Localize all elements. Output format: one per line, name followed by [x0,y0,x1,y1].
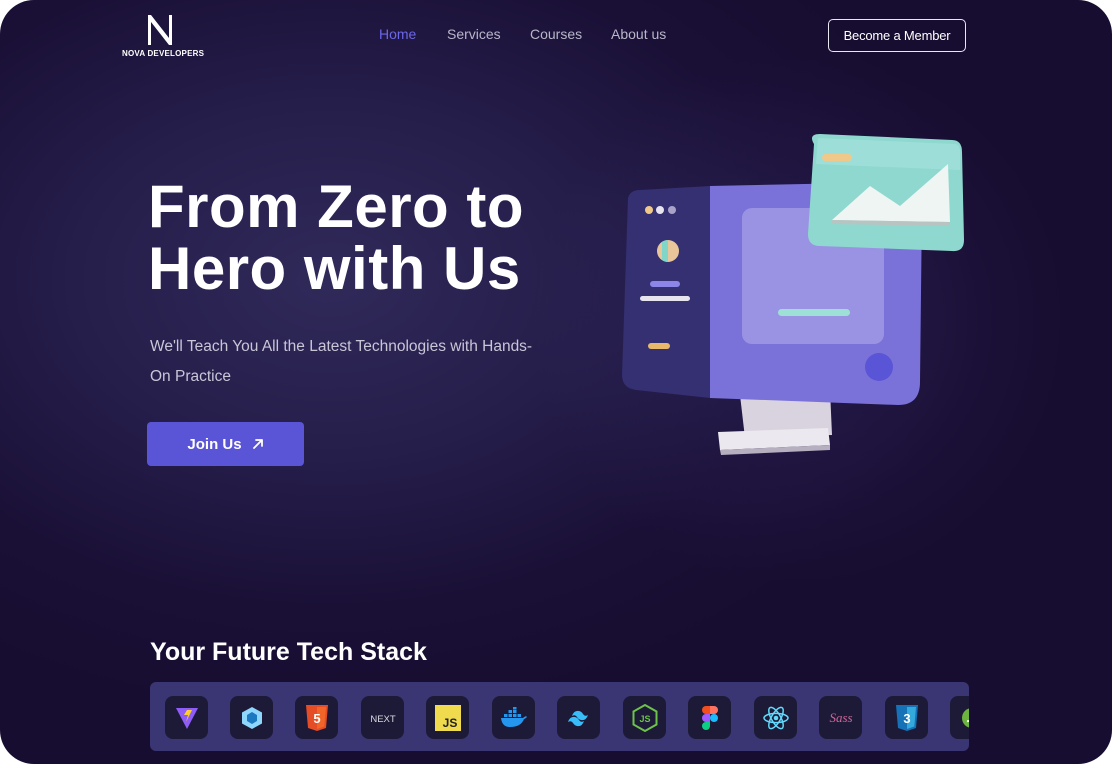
hero-title-line-2: Hero with Us [148,235,521,302]
arrow-up-right-icon [252,439,263,449]
javascript-label: JS [442,716,457,730]
html5-icon: 5 [305,704,328,731]
docker-icon [500,706,527,727]
page-frame: NOVA DEVELOPERS Home Services Courses Ab… [0,0,1112,764]
nextjs-label: NEXT [370,714,396,725]
nodejs-label: JS [639,714,650,724]
become-member-button[interactable]: Become a Member [828,19,966,52]
nav-about-us[interactable]: About us [611,26,666,42]
logo-n-icon [148,15,172,45]
tech-tile-html5[interactable]: 5 [295,696,338,739]
tech-tile-docker[interactable] [492,696,535,739]
tech-tile-spring[interactable] [950,696,969,739]
tech-stack-bar: 5 NEXT JS JS Sass 3 [150,682,969,751]
nav-courses[interactable]: Courses [530,26,582,42]
hero-title-line-1: From Zero to [148,173,524,240]
tech-tile-figma[interactable] [688,696,731,739]
brand-logo[interactable]: NOVA DEVELOPERS [122,14,205,60]
javascript-icon: JS [434,704,461,731]
join-us-label: Join Us [187,435,242,453]
nav-home[interactable]: Home [379,26,416,42]
sass-icon: Sass [829,710,852,725]
tech-tile-nodejs[interactable]: JS [623,696,666,739]
react-icon [762,706,789,729]
tech-tile-css3[interactable]: 3 [885,696,928,739]
tech-tile-react[interactable] [754,696,797,739]
tech-stack-title: Your Future Tech Stack [150,638,427,666]
tech-tile-sass[interactable]: Sass [819,696,862,739]
tech-tile-javascript[interactable]: JS [426,696,469,739]
sass-label: Sass [829,710,852,725]
tech-tile-tailwind[interactable] [557,696,600,739]
html5-label: 5 [313,711,320,726]
webpack-icon [241,706,262,729]
join-us-button[interactable]: Join Us [147,422,304,466]
brand-name: NOVA DEVELOPERS [122,49,205,58]
hero-subtitle: We'll Teach You All the Latest Technolog… [150,338,533,385]
monitor-illustration [622,134,964,455]
tech-tile-nextjs[interactable]: NEXT [361,696,404,739]
vite-icon [175,707,198,729]
nextjs-icon: NEXT [370,714,396,725]
nav-services[interactable]: Services [447,26,501,42]
css3-label: 3 [903,711,910,726]
tech-tile-vite[interactable] [165,696,208,739]
tailwind-icon [567,710,588,726]
spring-icon [961,707,969,728]
tech-tile-webpack[interactable] [230,696,273,739]
css3-icon: 3 [895,704,918,731]
figma-icon [701,705,718,730]
nodejs-icon: JS [632,703,657,732]
hero-title: From Zero to Hero with Us [148,176,608,300]
